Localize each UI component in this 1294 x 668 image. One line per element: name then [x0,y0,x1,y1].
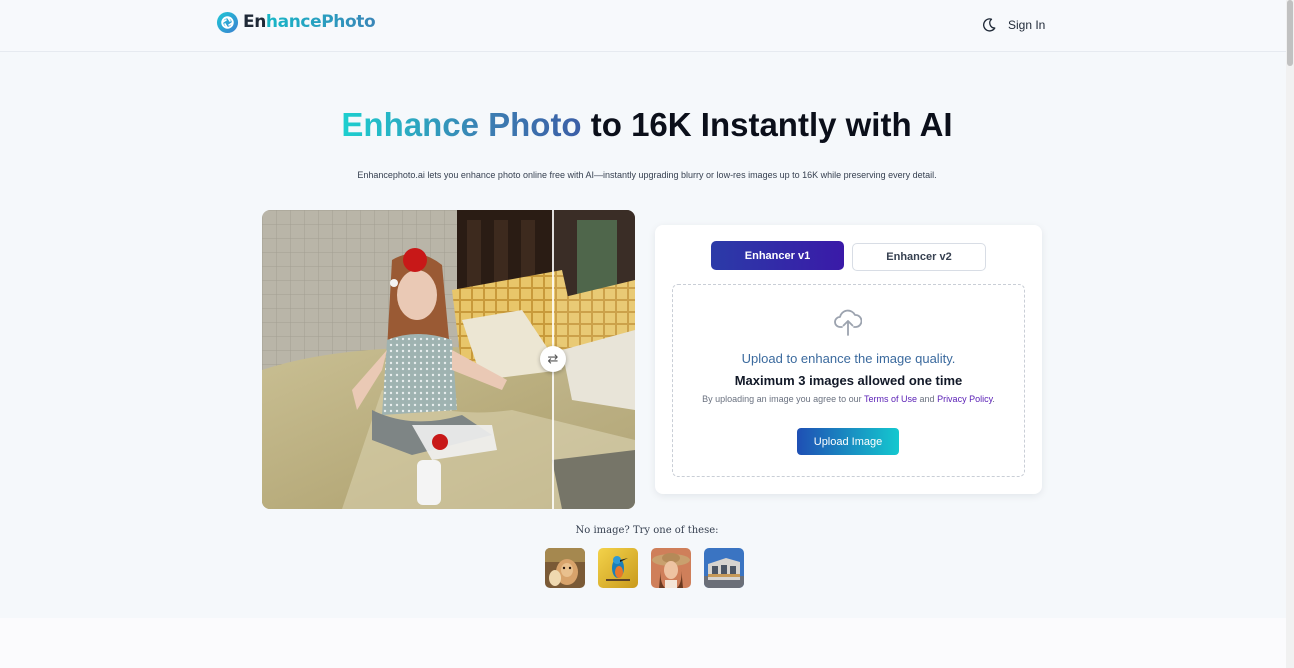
page-subtitle: Enhancephoto.ai lets you enhance photo o… [357,170,937,180]
sample-woman-hat-thumbnail[interactable] [651,548,691,588]
page-title-highlight: Enhance Photo [341,106,582,143]
sample-images [545,548,744,588]
page-title: Enhance Photo to 16K Instantly with AI [0,106,1294,144]
terms-prefix: By uploading an image you agree to our [702,394,865,404]
upload-limit-note: Maximum 3 images allowed one time [734,373,963,388]
top-navigation-bar: EnhancePhoto Sign In [0,0,1294,52]
page-title-rest: to 16K Instantly with AI [581,106,953,143]
logo-icon [216,11,239,33]
logo-text: EnhancePhoto [243,12,376,32]
before-after-comparison[interactable]: ⇄ [262,210,635,509]
sample-dog-thumbnail[interactable] [545,548,585,588]
terms-mid: and [917,394,938,404]
cloud-upload-icon [834,309,862,336]
privacy-policy-link[interactable]: Privacy Policy [937,394,992,404]
comparison-slider-handle[interactable]: ⇄ [540,346,566,372]
upload-instruction: Upload to enhance the image quality. [741,351,956,366]
next-section-background [0,618,1286,668]
tab-enhancer-v1[interactable]: Enhancer v1 [711,241,844,270]
moon-icon[interactable] [981,17,997,33]
terms-notice: By uploading an image you agree to our T… [693,393,1004,406]
upload-card: Enhancer v1 Enhancer v2 Upload to enhanc… [655,225,1042,494]
terms-suffix: . [992,394,995,404]
sample-kingfisher-thumbnail[interactable] [598,548,638,588]
logo-text-suffix: hancePhoto [265,12,376,32]
samples-label: No image? Try one of these: [575,525,719,536]
swap-arrows-icon: ⇄ [547,351,559,366]
tab-enhancer-v2[interactable]: Enhancer v2 [852,243,986,271]
sign-in-link[interactable]: Sign In [1008,18,1045,32]
logo[interactable]: EnhancePhoto [216,10,376,34]
terms-of-use-link[interactable]: Terms of Use [864,394,917,404]
upload-dropzone[interactable]: Upload to enhance the image quality. Max… [672,284,1025,477]
scrollbar-thumb[interactable] [1287,0,1293,66]
page-scrollbar[interactable] [1286,0,1294,668]
sample-building-thumbnail[interactable] [704,548,744,588]
upload-image-button[interactable]: Upload Image [797,428,899,455]
comparison-image [262,210,635,509]
logo-text-prefix: En [243,12,266,32]
